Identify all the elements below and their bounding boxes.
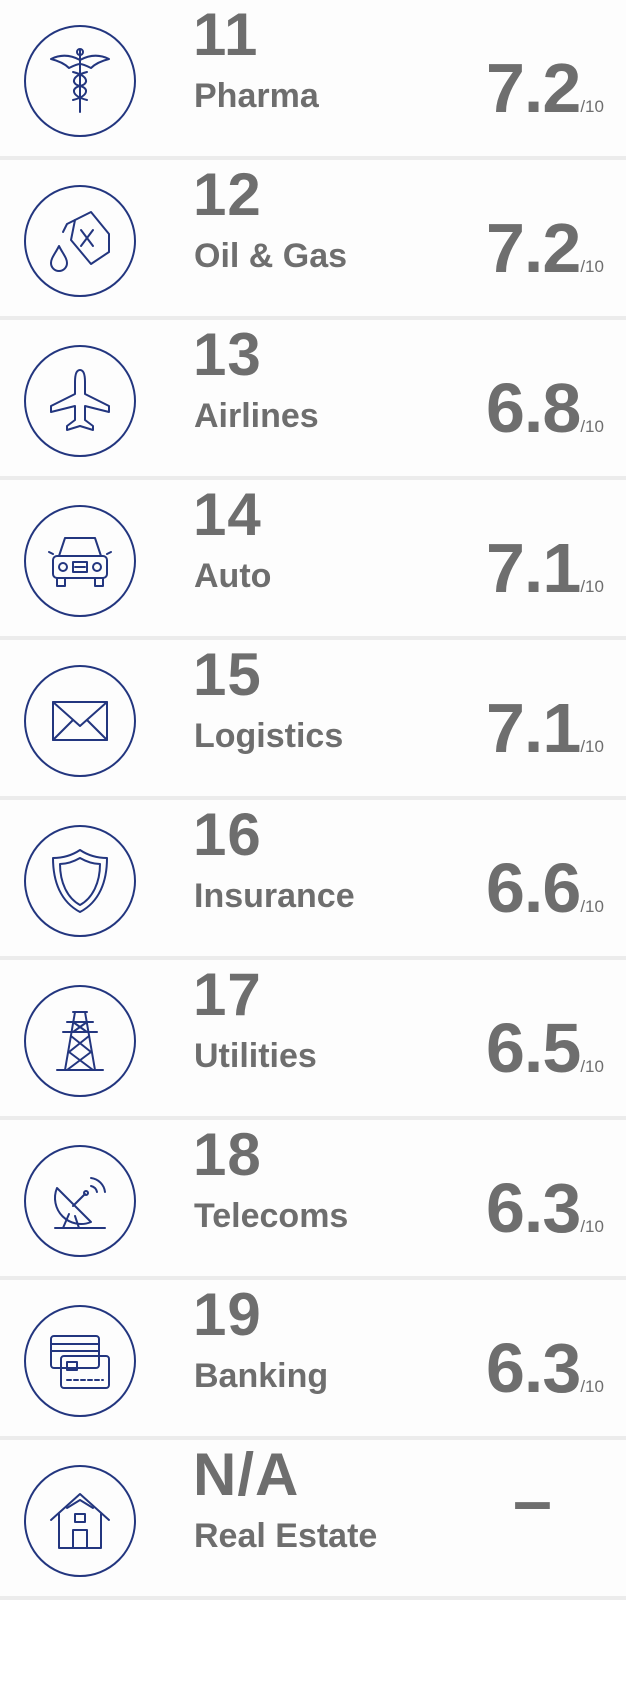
score-value: 6.5 [486, 1009, 581, 1087]
sector-name: Logistics [194, 717, 344, 755]
shield-icon [24, 825, 136, 937]
sector-name: Insurance [194, 877, 355, 915]
score-scale: /10 [580, 1377, 604, 1396]
rank-number: 11 [193, 1, 259, 68]
rank-number: 17 [193, 961, 262, 1028]
score-scale: /10 [580, 1057, 604, 1076]
fuel-can-icon [24, 185, 136, 297]
sector-name: Utilities [194, 1037, 317, 1075]
score: 7.1/10 [486, 528, 604, 608]
score-scale: /10 [580, 577, 604, 596]
score-value: 7.1 [486, 529, 581, 607]
sector-name: Pharma [194, 77, 319, 115]
credit-cards-icon [24, 1305, 136, 1417]
sector-row-real-estate: N/A Real Estate – [0, 1440, 626, 1600]
score-value: 7.2 [486, 49, 581, 127]
score-value: 6.3 [486, 1169, 581, 1247]
score-scale: /10 [580, 737, 604, 756]
score: 6.8/10 [486, 368, 604, 448]
sector-row-utilities: 17 Utilities 6.5/10 [0, 960, 626, 1120]
rank-number: 14 [193, 481, 262, 548]
score-scale: /10 [580, 417, 604, 436]
power-pylon-icon [24, 985, 136, 1097]
sector-row-oil-and-gas: 12 Oil & Gas 7.2/10 [0, 160, 626, 320]
score-scale: /10 [580, 97, 604, 116]
score-value: 6.6 [486, 849, 581, 927]
sector-row-airlines: 13 Airlines 6.8/10 [0, 320, 626, 480]
score: 7.1/10 [486, 688, 604, 768]
score-value: 7.1 [486, 689, 581, 767]
score: 6.3/10 [486, 1168, 604, 1248]
sector-name: Auto [194, 557, 272, 595]
score-value: 6.8 [486, 369, 581, 447]
score-scale: /10 [580, 257, 604, 276]
sector-score-list: 11 Pharma 7.2/10 12 Oil & Gas 7.2/10 13 Airline… [0, 0, 626, 1683]
score: 7.2/10 [486, 208, 604, 288]
score-scale: /10 [580, 1217, 604, 1236]
rank-number: 16 [193, 801, 262, 868]
sector-row-pharma: 11 Pharma 7.2/10 [0, 0, 626, 160]
sector-name: Oil & Gas [194, 237, 348, 275]
rank-number: 15 [193, 641, 262, 708]
rank-number: N/A [193, 1441, 300, 1508]
score: 6.6/10 [486, 848, 604, 928]
rank-number: 12 [193, 161, 262, 228]
sector-row-banking: 19 Banking 6.3/10 [0, 1280, 626, 1440]
envelope-icon [24, 665, 136, 777]
sector-row-insurance: 16 Insurance 6.6/10 [0, 800, 626, 960]
sector-row-telecoms: 18 Telecoms 6.3/10 [0, 1120, 626, 1280]
rank-number: 18 [193, 1121, 262, 1188]
rank-number: 19 [193, 1281, 262, 1348]
score: 6.5/10 [486, 1008, 604, 1088]
house-icon [24, 1465, 136, 1577]
sector-row-logistics: 15 Logistics 7.1/10 [0, 640, 626, 800]
sector-name: Banking [194, 1357, 329, 1395]
sector-name: Airlines [194, 397, 319, 435]
airplane-icon [24, 345, 136, 457]
satellite-dish-icon [24, 1145, 136, 1257]
score-value: 6.3 [486, 1329, 581, 1407]
score: 6.3/10 [486, 1328, 604, 1408]
score-value: 7.2 [486, 209, 581, 287]
sector-name: Telecoms [194, 1197, 349, 1235]
rank-number: 13 [193, 321, 262, 388]
score-scale: /10 [580, 897, 604, 916]
caduceus-icon [24, 25, 136, 137]
sector-name: Real Estate [194, 1517, 378, 1555]
car-icon [24, 505, 136, 617]
score-value: – [513, 1461, 552, 1539]
sector-row-auto: 14 Auto 7.1/10 [0, 480, 626, 640]
score: 7.2/10 [486, 48, 604, 128]
